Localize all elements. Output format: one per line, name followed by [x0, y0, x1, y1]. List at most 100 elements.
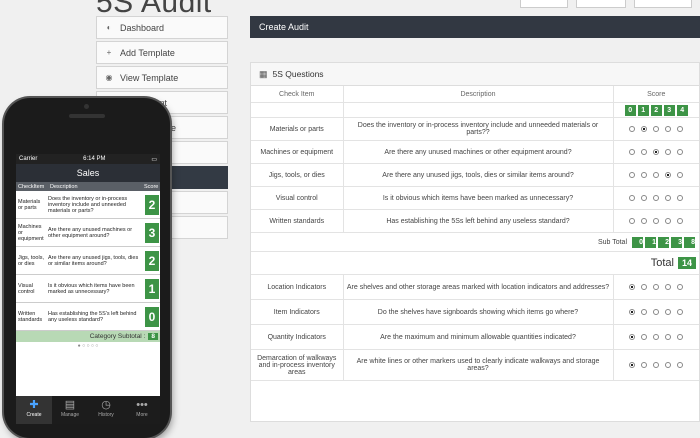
score-radio[interactable]	[653, 361, 660, 368]
phone-subtotal: Category Subtotal : 8	[16, 331, 160, 342]
check-item: Quantity Indicators	[251, 324, 344, 350]
total-value: 14	[677, 257, 696, 269]
score-radio[interactable]	[629, 194, 636, 201]
phone-row-desc: Are there any unused machines or other e…	[48, 226, 133, 239]
score-radio[interactable]	[665, 217, 672, 224]
score-radio[interactable]	[677, 148, 684, 155]
phone-row-item: Written standards	[18, 310, 43, 323]
col-score: Score	[613, 86, 699, 103]
score-radio[interactable]	[653, 283, 660, 290]
check-item: Machines or equipment	[251, 140, 344, 164]
phone-row[interactable]: Visual control Is it obvious which items …	[16, 275, 160, 303]
score-radio[interactable]	[641, 283, 648, 290]
score-radios	[613, 299, 699, 325]
phone-subtotal-label: Category Subtotal :	[89, 333, 146, 340]
check-item: Visual control	[251, 186, 344, 210]
score-radio[interactable]	[677, 361, 684, 368]
phone-row-item: Machines or equipment	[18, 223, 44, 242]
tab-label: Create	[26, 412, 42, 418]
tab-history[interactable]: ◷ History	[88, 396, 124, 424]
score-radio[interactable]	[665, 333, 672, 340]
subtotal-row: Sub Total 0 1 2 3 8	[251, 232, 699, 252]
phone-row[interactable]: Materials or parts Does the inventory or …	[16, 191, 160, 219]
score-radio[interactable]	[641, 194, 648, 201]
score-radio[interactable]	[629, 361, 636, 368]
score-radio[interactable]	[653, 125, 660, 132]
spacer-cell	[251, 102, 344, 118]
score-radio[interactable]	[641, 333, 648, 340]
score-radio[interactable]	[677, 283, 684, 290]
score-radio[interactable]	[629, 333, 636, 340]
score-radio[interactable]	[665, 194, 672, 201]
score-radio[interactable]	[677, 125, 684, 132]
tab-more[interactable]: ••• More	[124, 396, 160, 424]
score-radios	[613, 186, 699, 210]
score-radios	[613, 324, 699, 350]
total-row: Total 14	[251, 251, 699, 275]
score-radio[interactable]	[641, 148, 648, 155]
score-label: 0	[624, 104, 636, 116]
tab-manage[interactable]: ▤ Manage	[52, 396, 88, 424]
status-bar: Carrier 6:14 PM ▭	[16, 154, 160, 164]
score-radio[interactable]	[641, 125, 648, 132]
top-button[interactable]	[520, 0, 568, 8]
score-radio[interactable]	[665, 361, 672, 368]
col-description: Description	[343, 86, 614, 103]
score-radio[interactable]	[677, 194, 684, 201]
score-radio[interactable]	[629, 171, 636, 178]
score-radios	[613, 349, 699, 381]
score-radio[interactable]	[677, 308, 684, 315]
score-radio[interactable]	[629, 283, 636, 290]
score-radio[interactable]	[653, 333, 660, 340]
phone-nav-title: Sales	[16, 164, 160, 182]
score-radio[interactable]	[665, 148, 672, 155]
total-cell: Total 14	[251, 251, 699, 275]
score-radio[interactable]	[665, 125, 672, 132]
phone-rows: Materials or parts Does the inventory or …	[16, 191, 160, 331]
sidebar-item[interactable]: ◉ View Template	[96, 66, 228, 89]
score-radio[interactable]	[653, 148, 660, 155]
phone-row[interactable]: Jigs, tools, or dies Are there any unused…	[16, 247, 160, 275]
top-button[interactable]	[634, 0, 692, 8]
score-radio[interactable]	[629, 308, 636, 315]
phone-row-item: Visual control	[18, 282, 35, 295]
sidebar-item[interactable]: + Add Template	[96, 41, 228, 64]
score-radio[interactable]	[641, 171, 648, 178]
more-icon: •••	[136, 399, 148, 411]
tab-create[interactable]: ✚ Create	[16, 396, 52, 424]
score-radio[interactable]	[641, 308, 648, 315]
top-button[interactable]	[576, 0, 626, 8]
score-radio[interactable]	[629, 217, 636, 224]
panel-header: ▦ 5S Questions	[251, 63, 699, 86]
sidebar-item[interactable]: ◐ Dashboard	[96, 16, 228, 39]
score-radio[interactable]	[653, 308, 660, 315]
score-radio[interactable]	[629, 148, 636, 155]
score-radio[interactable]	[653, 217, 660, 224]
score-radio[interactable]	[641, 361, 648, 368]
score-radios	[613, 140, 699, 164]
score-radio[interactable]	[665, 283, 672, 290]
score-radio[interactable]	[629, 125, 636, 132]
score-radio[interactable]	[677, 217, 684, 224]
question-row: Jigs, tools, or dies Are there any unused…	[251, 163, 699, 187]
phone-col-desc: Description	[50, 183, 78, 190]
question-description: Are there any unused machines or other e…	[343, 140, 614, 164]
phone-row[interactable]: Machines or equipment Are there any unuse…	[16, 219, 160, 247]
score-radio[interactable]	[665, 171, 672, 178]
subtotal-value: 0	[632, 236, 643, 248]
score-radio[interactable]	[641, 217, 648, 224]
phone-row[interactable]: Written standards Has establishing the 5S…	[16, 303, 160, 331]
audit-table: Check Item Description Score 01234 Mater…	[251, 86, 699, 381]
check-item: Written standards	[251, 209, 344, 233]
score-radio[interactable]	[653, 194, 660, 201]
clock: 6:14 PM	[83, 156, 106, 162]
question-description: Has establishing the 5Ss left behind any…	[343, 209, 614, 233]
eye-icon: ◉	[105, 73, 113, 82]
score-radio[interactable]	[677, 171, 684, 178]
check-item: Item Indicators	[251, 299, 344, 325]
sidebar-item-label: Dashboard	[120, 22, 165, 33]
tab-label: More	[136, 412, 148, 418]
score-radio[interactable]	[653, 171, 660, 178]
score-radio[interactable]	[665, 308, 672, 315]
score-radio[interactable]	[677, 333, 684, 340]
